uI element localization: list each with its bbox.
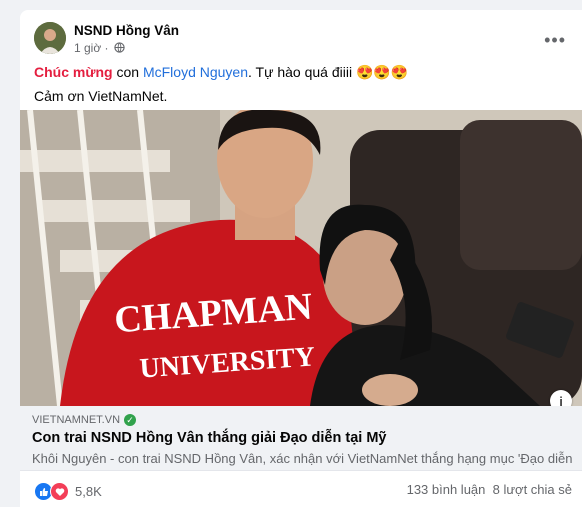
verified-check-icon: ✓ (124, 414, 137, 426)
post-text-line1: Chúc mừng con McFloyd Nguyen. Tự hào quá… (34, 64, 408, 81)
link-preview[interactable]: VIETNAMNET.VN ✓ Con trai NSND Hồng Vân t… (20, 406, 582, 471)
comments-shares: 133 bình luận 8 lượt chia sẻ (407, 482, 572, 497)
post-text-line2: Cảm ơn VietNamNet. (34, 88, 168, 104)
post-time[interactable]: 1 giờ · (74, 41, 109, 55)
post-meta: 1 giờ · (74, 41, 125, 55)
link-title[interactable]: Con trai NSND Hồng Vân thắng giải Đạo di… (32, 430, 386, 446)
shares-count[interactable]: 8 lượt chia sẻ (493, 482, 572, 497)
comments-count[interactable]: 133 bình luận (407, 482, 486, 497)
highlighted-text: Chúc mừng (34, 64, 113, 80)
post-card: NSND Hồng Vân 1 giờ · ••• Chúc mừng con … (20, 10, 582, 507)
link-domain: VIETNAMNET.VN ✓ (32, 414, 137, 426)
post-text: . Tự hào quá điiii 😍😍😍 (248, 64, 409, 80)
love-reaction-icon (50, 482, 69, 501)
info-icon[interactable]: i (550, 390, 572, 406)
post-stats: 5,8K 133 bình luận 8 lượt chia sẻ (20, 478, 582, 502)
mention-link[interactable]: McFloyd Nguyen (143, 64, 248, 80)
reactions-count: 5,8K (75, 484, 102, 499)
more-options-icon[interactable]: ••• (544, 30, 566, 51)
post-text: con (112, 64, 143, 80)
link-description: Khôi Nguyên - con trai NSND Hồng Vân, xá… (32, 451, 572, 466)
link-domain-text: VIETNAMNET.VN (32, 414, 121, 426)
reactions[interactable]: 5,8K (34, 482, 102, 501)
globe-icon (114, 42, 125, 53)
avatar[interactable] (34, 22, 66, 54)
author-name[interactable]: NSND Hồng Vân (74, 23, 179, 38)
post-photo[interactable]: CHAPMAN UNIVERSITY i (20, 110, 582, 406)
